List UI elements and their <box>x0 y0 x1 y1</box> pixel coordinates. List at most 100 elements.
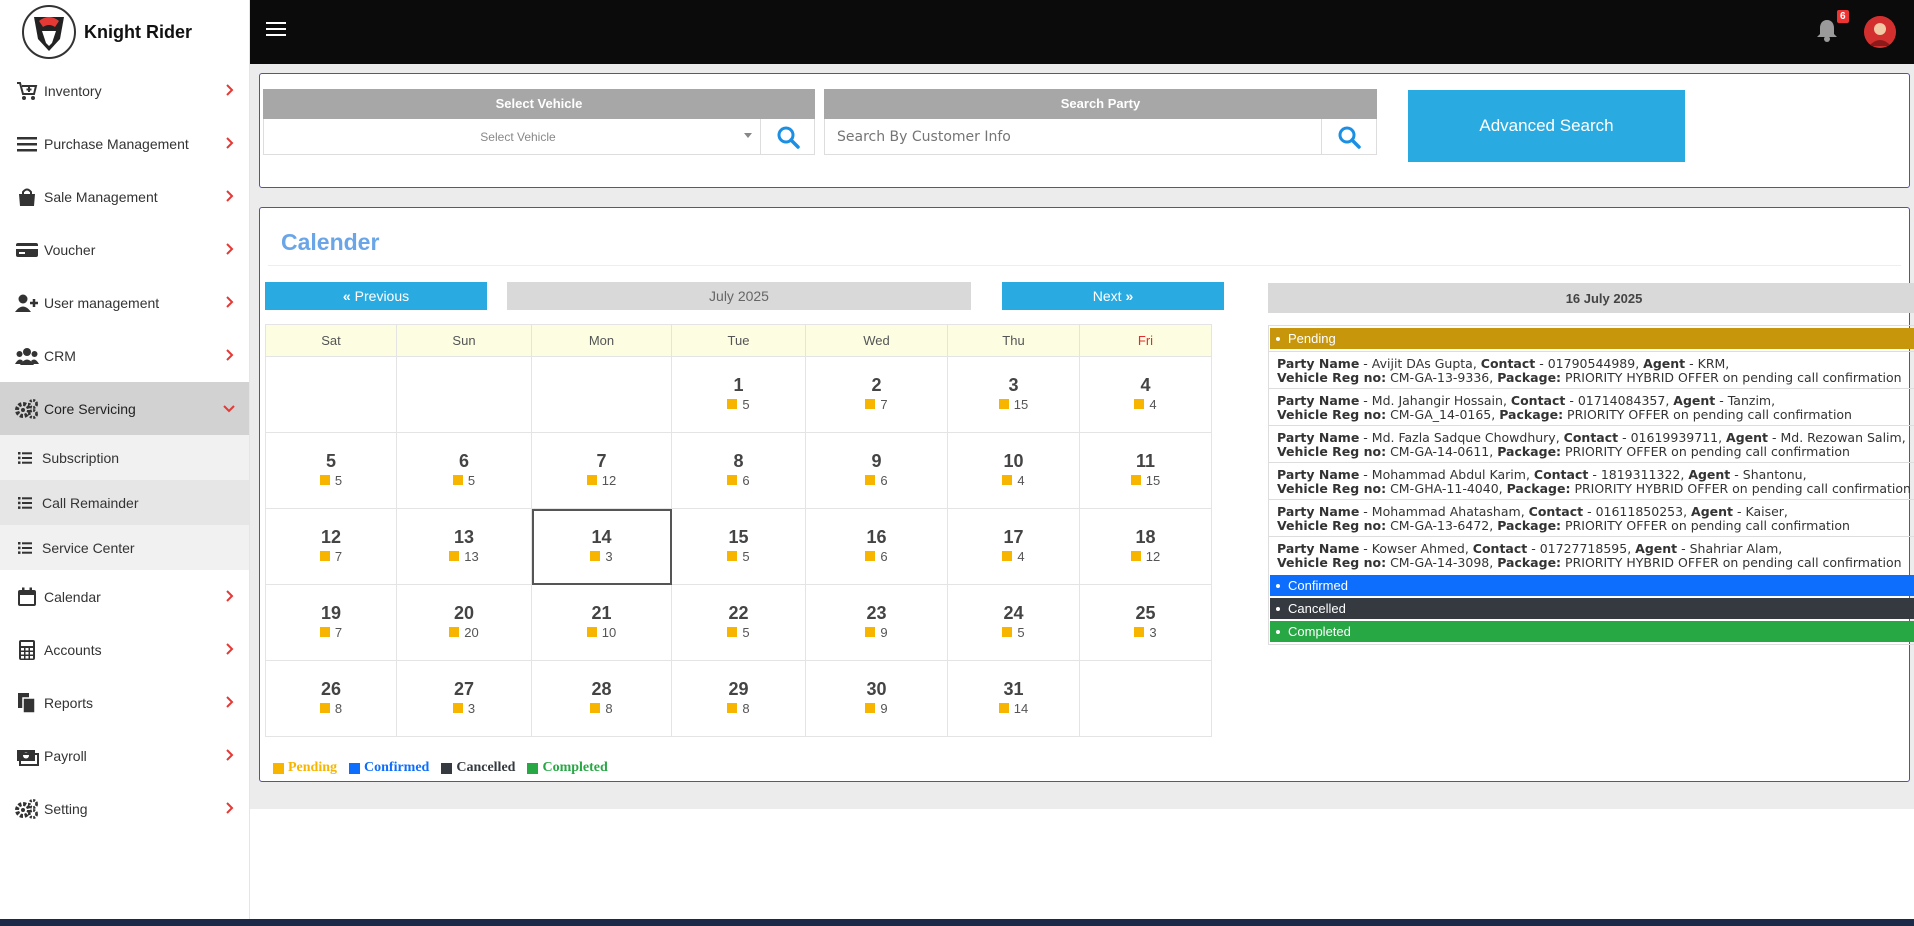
files-icon <box>14 692 40 714</box>
weekday-sun: Sun <box>396 324 532 357</box>
user-avatar[interactable] <box>1864 16 1896 48</box>
vehicle-search-header: Select Vehicle <box>263 89 815 119</box>
contact-label: Contact <box>1472 541 1528 556</box>
sidebar-item-inventory[interactable]: Inventory <box>0 64 249 117</box>
calendar-day-14[interactable]: 14 3 <box>531 508 672 585</box>
calendar-day-18[interactable]: 18 12 <box>1079 508 1212 585</box>
calendar-day-23[interactable]: 23 9 <box>805 584 948 661</box>
package-label: Package: <box>1497 555 1562 570</box>
vehicle-label: Vehicle Reg no: <box>1277 518 1387 533</box>
sidebar-item-purchase-management[interactable]: Purchase Management <box>0 117 249 170</box>
status-group-pending[interactable]: Pending <box>1270 328 1914 349</box>
call-entry[interactable]: Party Name - Kowser Ahmed, Contact - 017… <box>1269 536 1914 573</box>
calendar-day-20[interactable]: 20 20 <box>396 584 532 661</box>
contact-number: 01714084357 <box>1577 393 1666 408</box>
party-search-input[interactable] <box>825 119 1321 154</box>
pending-count-value: 9 <box>880 624 888 640</box>
pending-marker <box>449 551 460 562</box>
call-entry[interactable]: Party Name - Mohammad Ahatasham, Contact… <box>1269 499 1914 536</box>
call-entry[interactable]: Party Name - Mohammad Abdul Karim, Conta… <box>1269 462 1914 499</box>
calendar-day-1[interactable]: 1 5 <box>671 356 806 433</box>
day-number: 30 <box>866 678 887 699</box>
day-number: 24 <box>1003 602 1024 623</box>
sidebar-item-payroll[interactable]: Payroll <box>0 729 249 782</box>
calendar-day-24[interactable]: 24 5 <box>947 584 1080 661</box>
sidebar-item-crm[interactable]: CRM <box>0 329 249 382</box>
calendar-day-8[interactable]: 8 6 <box>671 432 806 509</box>
calendar-week-row: 26 8 27 3 28 8 29 8 30 9 31 14 <box>265 660 1212 737</box>
call-entry[interactable]: Party Name - Avijit DAs Gupta, Contact -… <box>1269 351 1914 388</box>
menu-toggle-icon[interactable] <box>266 22 286 38</box>
party-search-button[interactable] <box>1321 119 1376 154</box>
vehicle-search-button[interactable] <box>760 119 814 154</box>
brand[interactable]: Knight Rider <box>0 0 249 64</box>
status-group-cancelled[interactable]: Cancelled <box>1270 598 1914 619</box>
top-bar: 6 <box>250 0 1914 64</box>
calendar-panel: Calender « Previous July 2025 Next » Sat… <box>259 207 1914 782</box>
calendar-day-30[interactable]: 30 9 <box>805 660 948 737</box>
calendar-day-11[interactable]: 11 15 <box>1079 432 1212 509</box>
pending-count-value: 3 <box>1149 624 1157 640</box>
sidebar-item-voucher[interactable]: Voucher <box>0 223 249 276</box>
sidebar-item-calendar[interactable]: Calendar <box>0 570 249 623</box>
pending-count-value: 20 <box>464 624 479 640</box>
calendar-day-10[interactable]: 10 4 <box>947 432 1080 509</box>
calendar-empty-cell <box>265 356 397 433</box>
calendar-day-6[interactable]: 6 5 <box>396 432 532 509</box>
calendar-day-26[interactable]: 26 8 <box>265 660 397 737</box>
calendar-day-17[interactable]: 17 4 <box>947 508 1080 585</box>
calendar-day-28[interactable]: 28 8 <box>531 660 672 737</box>
next-month-button[interactable]: Next » <box>1002 282 1224 310</box>
pending-count: 15 <box>998 397 1028 412</box>
calendar-day-3[interactable]: 3 15 <box>947 356 1080 433</box>
calendar-day-25[interactable]: 25 3 <box>1079 584 1212 661</box>
sidebar-item-user-management[interactable]: User management <box>0 276 249 329</box>
calendar-day-13[interactable]: 13 13 <box>396 508 532 585</box>
calendar-day-15[interactable]: 15 5 <box>671 508 806 585</box>
pending-marker <box>865 399 876 410</box>
calendar-day-5[interactable]: 5 5 <box>265 432 397 509</box>
pending-count: 4 <box>1002 473 1025 488</box>
calendar-day-4[interactable]: 4 4 <box>1079 356 1212 433</box>
sidebar-item-core-servicing[interactable]: Core Servicing <box>0 382 249 435</box>
chevron-right-icon <box>225 589 235 605</box>
calendar-day-7[interactable]: 7 12 <box>531 432 672 509</box>
call-entry[interactable]: Party Name - Md. Jahangir Hossain, Conta… <box>1269 388 1914 425</box>
legend-label: Completed <box>542 760 608 775</box>
call-entry[interactable]: Party Name - Md. Fazla Sadque Chowdhury,… <box>1269 425 1914 462</box>
submenu-item-call-remainder[interactable]: Call Remainder <box>0 480 249 525</box>
pending-count: 5 <box>452 473 475 488</box>
chevron-right-icon <box>225 642 235 658</box>
calendar-day-16[interactable]: 16 6 <box>805 508 948 585</box>
sidebar-item-setting[interactable]: Setting <box>0 782 249 835</box>
status-group-confirmed[interactable]: Confirmed <box>1270 575 1914 596</box>
bell-icon[interactable] <box>1816 18 1838 42</box>
pending-count: 6 <box>727 473 750 488</box>
sidebar-item-accounts[interactable]: Accounts <box>0 623 249 676</box>
sidebar-item-sale-management[interactable]: Sale Management <box>0 170 249 223</box>
sidebar-item-label: User management <box>44 294 160 311</box>
sidebar-item-label: CRM <box>44 347 76 364</box>
calendar-day-19[interactable]: 19 7 <box>265 584 397 661</box>
calendar-day-31[interactable]: 31 14 <box>947 660 1080 737</box>
submenu-item-subscription[interactable]: Subscription <box>0 435 249 480</box>
vehicle-select[interactable]: Select Vehicle <box>264 119 760 154</box>
calendar-day-21[interactable]: 21 10 <box>531 584 672 661</box>
agent-name: Shantonu <box>1742 467 1803 482</box>
calendar-day-2[interactable]: 2 7 <box>805 356 948 433</box>
calendar-day-29[interactable]: 29 8 <box>671 660 806 737</box>
sidebar-item-label: Sale Management <box>44 188 158 205</box>
previous-month-button[interactable]: « Previous <box>265 282 487 310</box>
party-search-header: Search Party <box>824 89 1377 119</box>
sidebar-item-reports[interactable]: Reports <box>0 676 249 729</box>
calendar-day-9[interactable]: 9 6 <box>805 432 948 509</box>
package-label: Package: <box>1499 407 1564 422</box>
status-group-completed[interactable]: Completed <box>1270 621 1914 642</box>
calendar-day-27[interactable]: 27 3 <box>396 660 532 737</box>
pending-count: 7 <box>865 397 888 412</box>
money-icon <box>14 745 40 767</box>
advanced-search-button[interactable]: Advanced Search <box>1408 90 1685 162</box>
calendar-day-22[interactable]: 22 5 <box>671 584 806 661</box>
submenu-item-service-center[interactable]: Service Center <box>0 525 249 570</box>
calendar-day-12[interactable]: 12 7 <box>265 508 397 585</box>
